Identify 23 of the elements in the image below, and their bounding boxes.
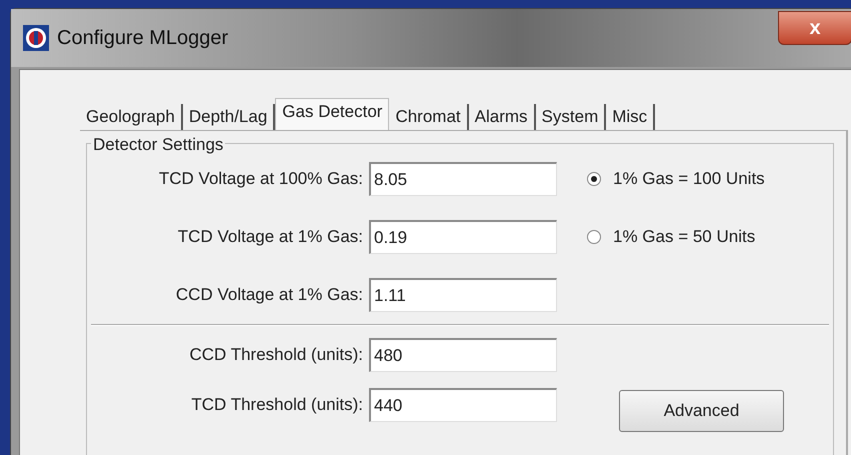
tab[interactable]: Alarms <box>468 104 536 130</box>
input-field[interactable]: 480 <box>369 338 557 372</box>
advanced-button[interactable]: Advanced <box>619 390 784 432</box>
radio-option[interactable]: 1% Gas = 50 Units <box>587 220 765 254</box>
radio-option[interactable]: 1% Gas = 100 Units <box>587 162 765 196</box>
tab[interactable]: Misc <box>606 104 656 130</box>
field-label: TCD Voltage at 1% Gas: <box>176 226 364 248</box>
radio-button[interactable] <box>587 172 601 186</box>
tab[interactable]: Chromat <box>389 104 469 130</box>
field-label: CCD Threshold (units): <box>188 344 364 366</box>
tab[interactable]: Geolograph <box>80 104 183 130</box>
field-label: TCD Voltage at 100% Gas: <box>158 168 364 190</box>
radio-button[interactable] <box>587 230 601 244</box>
input-field[interactable]: 0.19 <box>369 220 557 254</box>
app-icon <box>23 25 49 51</box>
field-label: TCD Threshold (units): <box>190 394 364 416</box>
tab[interactable]: System <box>536 104 606 130</box>
tab[interactable]: Gas Detector <box>275 98 390 130</box>
window-title: Configure MLogger <box>57 26 228 51</box>
input-field[interactable]: 1.11 <box>369 278 557 312</box>
input-field[interactable]: 8.05 <box>369 162 557 196</box>
field-label: CCD Voltage at 1% Gas: <box>174 284 364 306</box>
input-field[interactable]: 440 <box>369 388 557 422</box>
